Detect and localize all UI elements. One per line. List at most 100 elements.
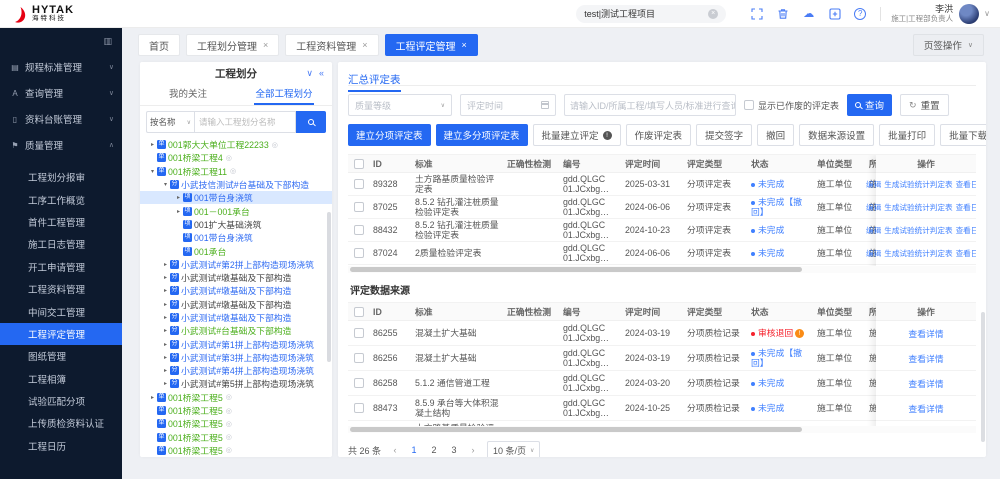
tree-node[interactable]: ▸ 项 001－001承台 <box>140 204 332 217</box>
action-button[interactable]: 批量建立评定 ! <box>533 124 621 146</box>
action-button[interactable]: 数据来源设置 <box>799 124 874 146</box>
expand-arrow-icon[interactable]: ▸ <box>148 394 157 401</box>
page-tab[interactable]: 工程资料管理 × <box>285 34 378 56</box>
close-icon[interactable]: × <box>462 40 467 50</box>
page-ops-button[interactable]: 页签操作 ∨ <box>913 34 984 56</box>
vertical-scrollbar[interactable] <box>981 312 985 442</box>
box-plus-icon[interactable] <box>828 7 841 20</box>
quality-grade-select[interactable]: 质量等级 ∨ <box>348 94 452 116</box>
expand-arrow-icon[interactable]: ▸ <box>161 380 170 387</box>
prev-page-button[interactable]: ‹ <box>388 445 402 455</box>
tree-node[interactable]: ▸ 分 小武测试#第3拼上部构造现场浇筑 <box>140 351 332 364</box>
expand-arrow-icon[interactable]: ▾ <box>148 168 157 175</box>
tree-node[interactable]: 单 001桥梁工程5 ◎ <box>140 404 332 417</box>
node-settings-icon[interactable]: ◎ <box>226 420 232 428</box>
sidebar-sub-item[interactable]: 工程日历 <box>0 435 122 457</box>
view-detail-link[interactable]: 查看详情 <box>908 377 943 390</box>
tree-search-button[interactable] <box>296 111 326 133</box>
view-log-link[interactable]: 查看日志 <box>956 248 976 259</box>
expand-arrow-icon[interactable]: ▸ <box>148 141 157 148</box>
node-settings-icon[interactable]: ◎ <box>226 433 232 441</box>
view-detail-link[interactable]: 查看详情 <box>908 352 943 365</box>
select-all-checkbox[interactable] <box>354 307 364 317</box>
sidebar-sub-item[interactable]: 首件工程管理 <box>0 211 122 233</box>
edit-link[interactable]: 编辑 <box>866 202 881 213</box>
sidebar-menu-item[interactable]: ▤ 规程标准管理 ∨ <box>0 54 122 80</box>
tree-node[interactable]: ▸ 分 小武测试#第1拼上部构造现场浇筑 <box>140 337 332 350</box>
help-icon[interactable]: ? <box>854 8 866 20</box>
sidebar-sub-item[interactable]: 工程相簿 <box>0 368 122 390</box>
expand-arrow-icon[interactable]: ▸ <box>174 208 183 215</box>
tab-my-follow[interactable]: 我的关注 <box>140 84 236 105</box>
sidebar-sub-item[interactable]: 工程资料管理 <box>0 278 122 300</box>
tree-node[interactable]: 单 001桥梁工程4 ◎ <box>140 151 332 164</box>
next-page-button[interactable]: › <box>466 445 480 455</box>
view-log-link[interactable]: 查看日志 <box>956 179 976 190</box>
horizontal-scrollbar[interactable] <box>348 266 976 273</box>
generate-stats-link[interactable]: 生成试验统计判定表 <box>884 248 952 259</box>
tree-collapse-chevron-icon[interactable]: ∨ <box>306 68 313 79</box>
tree-node[interactable]: 单 001桥梁工程5 ◎ <box>140 431 332 444</box>
select-all-checkbox[interactable] <box>354 159 364 169</box>
tree-node[interactable]: 项 001带台身浇筑 <box>140 231 332 244</box>
tree-node[interactable]: 项 001承台 <box>140 244 332 257</box>
sidebar-sub-item[interactable]: 开工申请管理 <box>0 256 122 278</box>
project-selector[interactable]: test|测试工程项目 × <box>576 5 726 23</box>
page-number[interactable]: 1 <box>409 445 419 455</box>
close-icon[interactable]: × <box>263 40 268 50</box>
user-chevron-down-icon[interactable]: ∨ <box>984 9 990 18</box>
action-button[interactable]: 批量打印 <box>879 124 935 146</box>
row-checkbox[interactable] <box>354 403 364 413</box>
row-checkbox[interactable] <box>354 225 364 235</box>
sidebar-sub-item[interactable]: 工程划分报审 <box>0 166 122 188</box>
expand-arrow-icon[interactable]: ▸ <box>161 354 170 361</box>
tree-node[interactable]: ▸ 分 小武测试#台基础及下部构造 <box>140 324 332 337</box>
evaluation-date-input[interactable]: 评定时间 <box>460 94 556 116</box>
horizontal-scrollbar[interactable] <box>348 426 976 433</box>
tree-node[interactable]: ▸ 分 小武测试#第5拼上部构造现场浇筑 <box>140 377 332 390</box>
search-by-select[interactable]: 按名称 ∨ <box>146 111 194 133</box>
row-checkbox[interactable] <box>354 202 364 212</box>
tree-node[interactable]: 项 001扩大基础浇筑 <box>140 218 332 231</box>
tree-node[interactable]: ▸ 项 001带台身浇筑 <box>140 191 332 204</box>
sidebar-collapse-icon[interactable]: ▥ <box>103 36 112 47</box>
sidebar-sub-item[interactable]: 试验匹配分项 <box>0 390 122 412</box>
node-settings-icon[interactable]: ◎ <box>230 167 236 175</box>
tree-search-input[interactable]: 请输入工程划分名称 <box>194 111 296 133</box>
page-tab[interactable]: 工程评定管理 × <box>385 34 478 56</box>
page-size-select[interactable]: 10 条/页 ∨ <box>487 441 540 457</box>
generate-stats-link[interactable]: 生成试验统计判定表 <box>884 179 952 190</box>
generate-stats-link[interactable]: 生成试验统计判定表 <box>884 225 952 236</box>
tree-node[interactable]: ▾ 单 001桥梁工程11 ◎ <box>140 165 332 178</box>
expand-arrow-icon[interactable]: ▸ <box>161 341 170 348</box>
sidebar-sub-item[interactable]: 图纸管理 <box>0 345 122 367</box>
expand-arrow-icon[interactable]: ▸ <box>161 261 170 268</box>
tree-node[interactable]: ▸ 分 小武测试#墩基础及下部构造 <box>140 284 332 297</box>
tree-node[interactable]: ▸ 分 小武测试#墩基础及下部构造 <box>140 271 332 284</box>
expand-arrow-icon[interactable]: ▸ <box>161 314 170 321</box>
expand-arrow-icon[interactable]: ▸ <box>161 367 170 374</box>
row-checkbox[interactable] <box>354 353 364 363</box>
action-button[interactable]: 建立多分项评定表 <box>436 124 528 146</box>
action-button[interactable]: 建立分项评定表 <box>348 124 431 146</box>
action-button[interactable]: 作废评定表 <box>626 124 692 146</box>
edit-link[interactable]: 编辑 <box>866 179 881 190</box>
tree-fold-icon[interactable]: « <box>319 68 324 79</box>
checkbox[interactable] <box>744 100 754 110</box>
fullscreen-icon[interactable] <box>750 7 763 20</box>
expand-arrow-icon[interactable]: ▸ <box>161 287 170 294</box>
tree-node[interactable]: ▸ 分 小武测试#第2拼上部构造现场浇筑 <box>140 258 332 271</box>
expand-arrow-icon[interactable]: ▸ <box>161 327 170 334</box>
close-icon[interactable]: × <box>362 40 367 50</box>
sidebar-sub-item[interactable]: 施工日志管理 <box>0 233 122 255</box>
trash-icon[interactable] <box>776 7 789 20</box>
tree-node[interactable]: ▾ 分 小武技信测试#台基础及下部构造 <box>140 178 332 191</box>
tree-node[interactable]: ▸ 分 小武测试#墩基础及下部构造 <box>140 298 332 311</box>
expand-arrow-icon[interactable]: ▾ <box>161 181 170 188</box>
edit-link[interactable]: 编辑 <box>866 248 881 259</box>
node-settings-icon[interactable]: ◎ <box>226 446 232 454</box>
query-button[interactable]: 查询 <box>847 94 892 116</box>
node-settings-icon[interactable]: ◎ <box>272 141 278 149</box>
sidebar-sub-item[interactable]: 上传质检资料认证 <box>0 412 122 434</box>
edit-link[interactable]: 编辑 <box>866 225 881 236</box>
